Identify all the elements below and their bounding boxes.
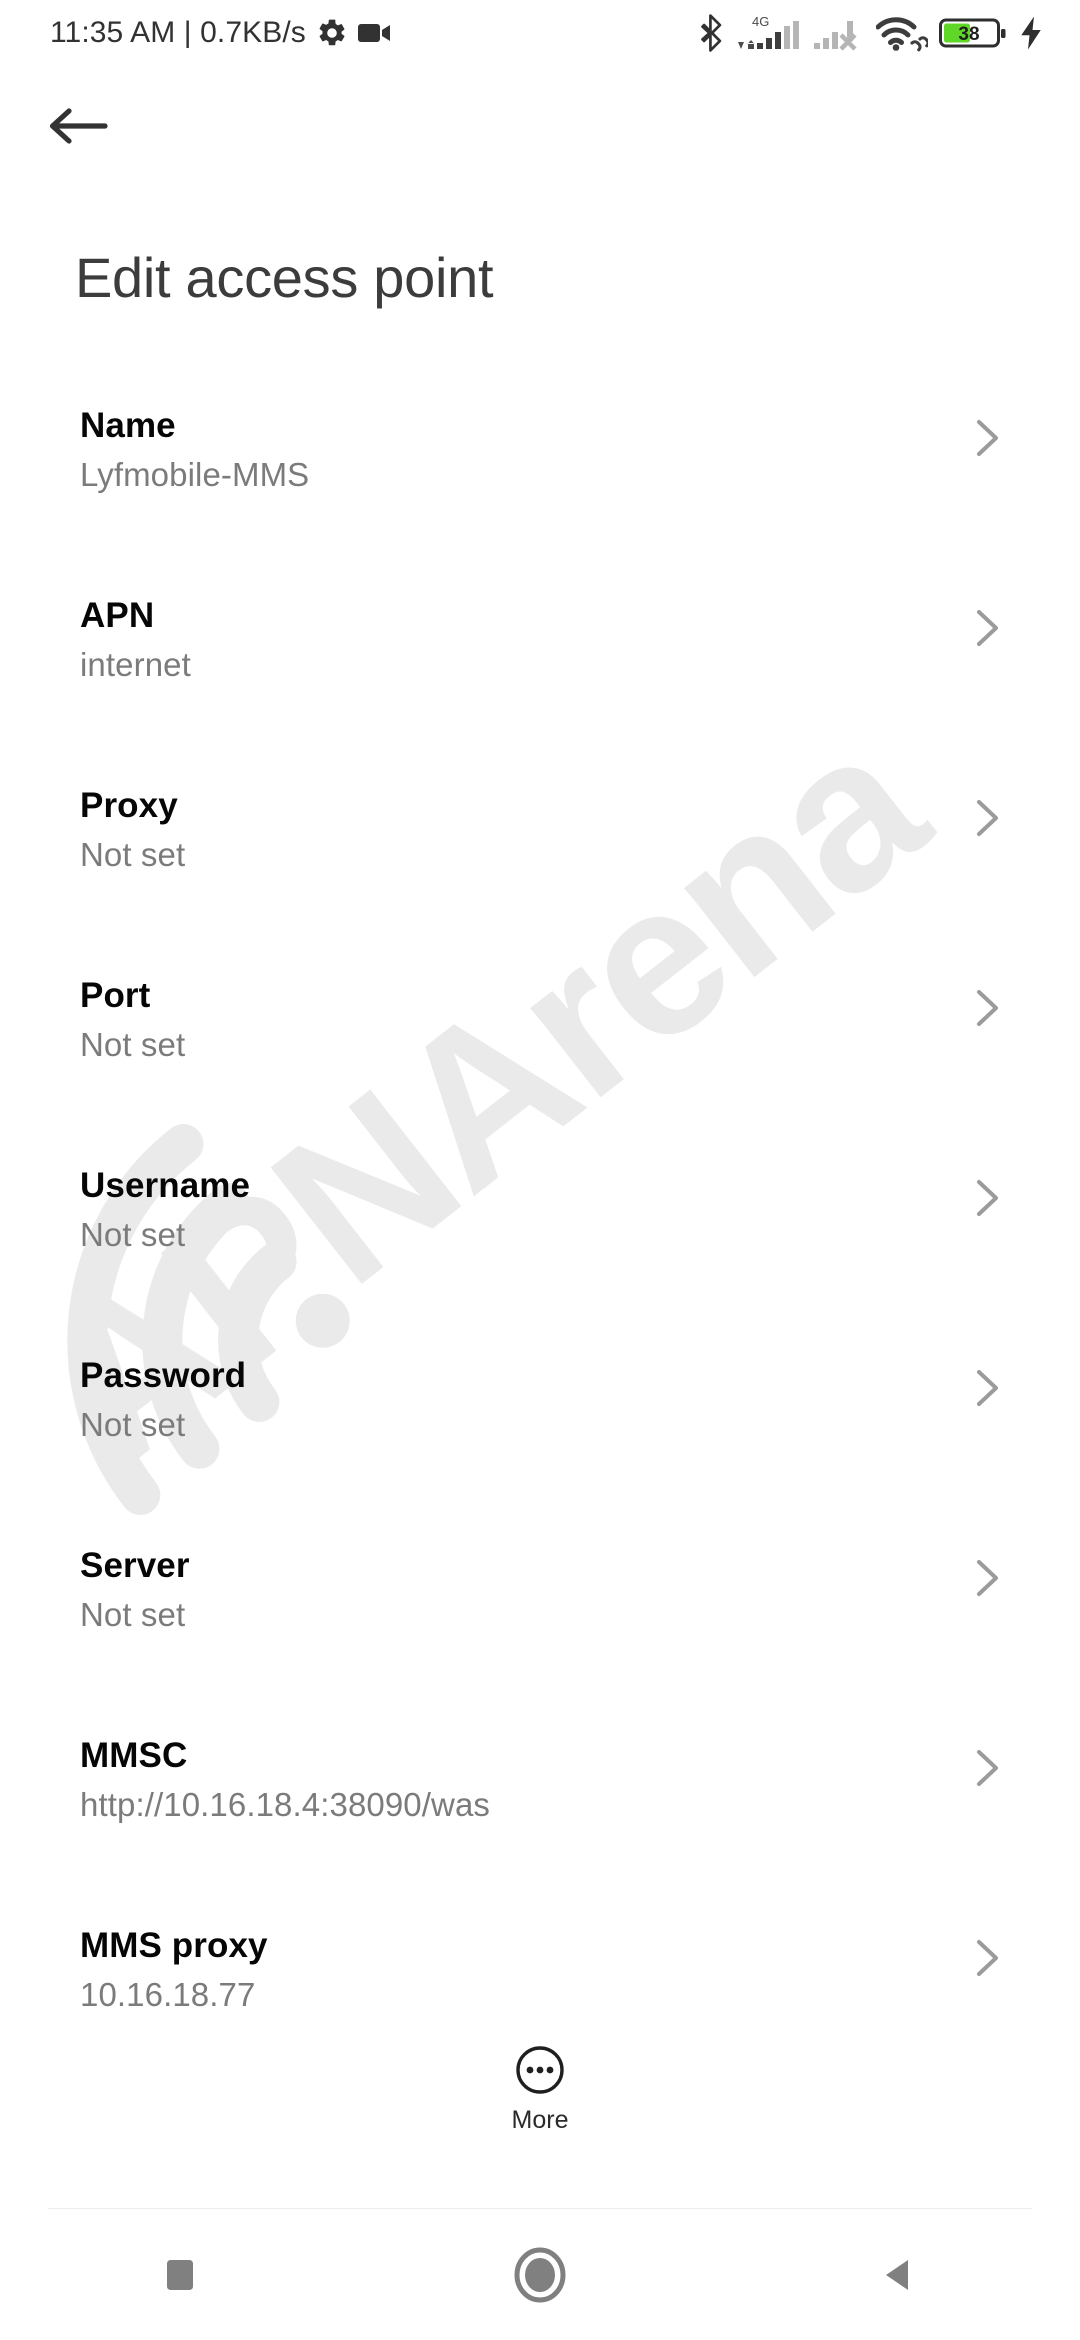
list-item-value: 10.16.18.77: [80, 1976, 256, 2013]
chevron-right-icon: [977, 420, 998, 456]
more-bar: More: [0, 2040, 1080, 2180]
back-triangle-icon: [886, 2260, 908, 2290]
list-item-apn[interactable]: APN internet: [0, 590, 1080, 780]
charging-bolt-icon: [1021, 16, 1041, 50]
chevron-right-icon: [977, 800, 998, 836]
list-item-title: APN: [80, 596, 155, 635]
chevron-right-icon: [977, 990, 998, 1026]
chevron-right-icon: [977, 1940, 998, 1976]
status-bar-left: 11:35 AM | 0.7KB/s: [50, 16, 392, 50]
bottom-divider: [48, 2208, 1032, 2209]
battery-level-label: 38: [958, 24, 979, 45]
list-item-value: Not set: [80, 1596, 186, 1633]
list-item-title: MMSC: [80, 1736, 188, 1775]
list-item-mmsc[interactable]: MMSC http://10.16.18.4:38090/was: [0, 1730, 1080, 1920]
chevron-right-icon: [977, 1560, 998, 1596]
page-title: Edit access point: [75, 246, 494, 309]
status-bar: 11:35 AM | 0.7KB/s 4G 38: [0, 0, 1080, 66]
list-item-title: Name: [80, 406, 176, 445]
signal-bars-sim1-icon: 4G: [738, 14, 799, 49]
signal-bars-sim2-no-service-icon: [814, 21, 857, 51]
nav-recents-button[interactable]: [0, 2210, 360, 2340]
list-item-title: Proxy: [80, 786, 178, 825]
navigation-bar: [0, 2210, 1080, 2340]
chevron-right-icon: [977, 610, 998, 646]
recents-square-icon: [167, 2260, 193, 2290]
more-label: More: [511, 2106, 569, 2134]
list-item-value: http://10.16.18.4:38090/was: [80, 1786, 491, 1823]
list-item-port[interactable]: Port Not set: [0, 970, 1080, 1160]
network-speed: 0.7KB/s: [200, 16, 306, 49]
list-item-value: Not set: [80, 1216, 186, 1253]
chevron-right-icon: [977, 1750, 998, 1786]
list-item-name[interactable]: Name Lyfmobile-MMS: [0, 400, 1080, 590]
list-item-title: Port: [80, 976, 151, 1015]
more-circle-ellipsis-icon: [516, 2046, 564, 2094]
network-type-label: 4G: [752, 14, 769, 29]
home-circle-icon: [514, 2247, 566, 2303]
gear-icon: [319, 19, 345, 46]
list-item-value: Not set: [80, 1406, 186, 1443]
wifi-with-link-icon: [876, 17, 928, 52]
list-item-title: MMS proxy: [80, 1926, 268, 1965]
chevron-right-icon: [977, 1370, 998, 1406]
status-separator: |: [183, 16, 192, 49]
video-camera-icon: [357, 24, 390, 42]
link-chain-icon: [910, 36, 928, 52]
nav-home-button[interactable]: [360, 2210, 720, 2340]
list-item-title: Server: [80, 1546, 190, 1585]
list-item-password[interactable]: Password Not set: [0, 1350, 1080, 1540]
back-arrow-icon: [49, 108, 108, 144]
list-item-proxy[interactable]: Proxy Not set: [0, 780, 1080, 970]
clock-time: 11:35 AM: [50, 16, 176, 49]
app-bar: [0, 66, 1080, 176]
back-button[interactable]: [40, 88, 116, 164]
list-item-title: Password: [80, 1356, 247, 1395]
list-item-username[interactable]: Username Not set: [0, 1160, 1080, 1350]
bluetooth-icon: [701, 14, 722, 52]
apn-settings-list: Name Lyfmobile-MMS APN internet Proxy No…: [0, 400, 1080, 2110]
status-bar-right: 4G 38: [699, 0, 1044, 66]
status-clock: 11:35 AM | 0.7KB/s: [50, 16, 306, 50]
list-item-value: internet: [80, 646, 191, 683]
battery-icon: 38: [939, 18, 1006, 48]
list-item-server[interactable]: Server Not set: [0, 1540, 1080, 1730]
chevron-right-icon: [977, 1180, 998, 1216]
list-item-value: Lyfmobile-MMS: [80, 456, 310, 493]
list-item-value: Not set: [80, 1026, 186, 1063]
list-item-title: Username: [80, 1166, 251, 1205]
more-button[interactable]: More: [481, 2040, 599, 2135]
nav-back-button[interactable]: [720, 2210, 1080, 2340]
list-item-value: Not set: [80, 836, 186, 873]
phone-screen: APNArena 11:35 AM | 0.7KB/s 4G 38 Edit a…: [0, 0, 1080, 2340]
